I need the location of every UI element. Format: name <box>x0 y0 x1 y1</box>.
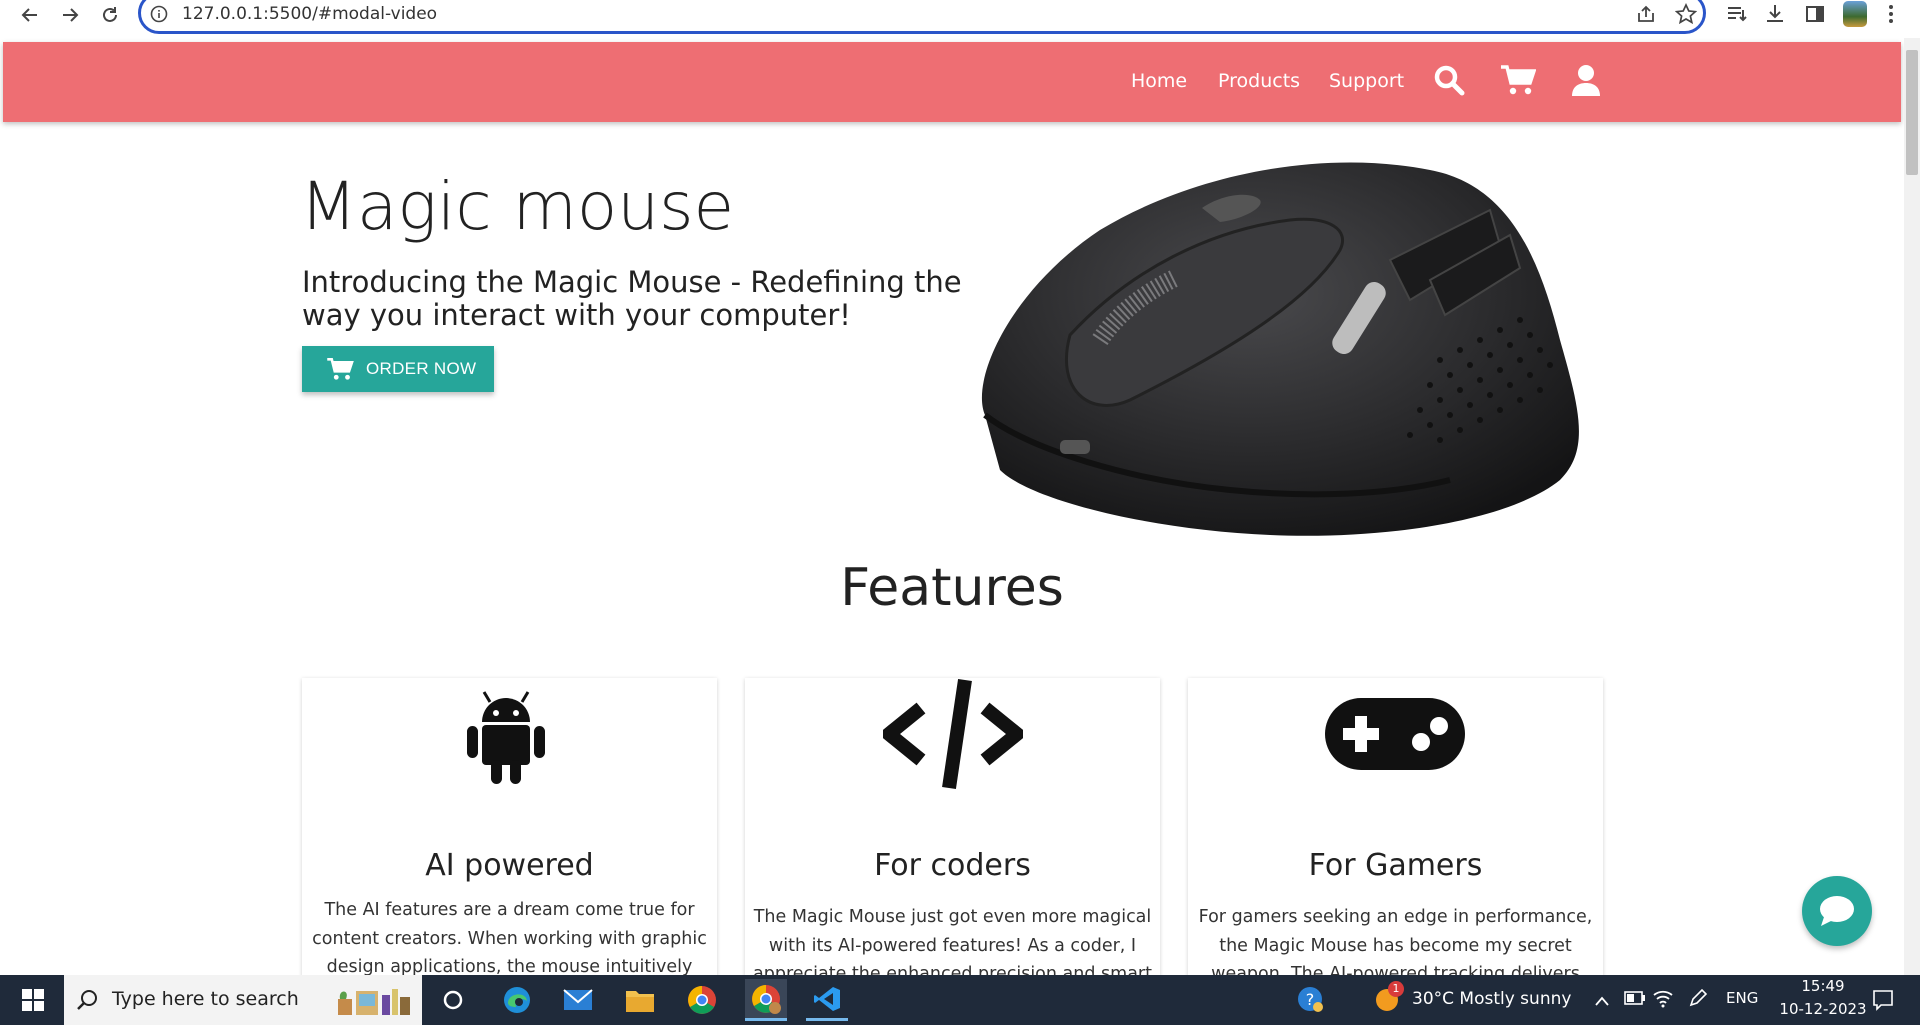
code-icon <box>877 678 1029 794</box>
nav-support[interactable]: Support <box>1329 70 1404 92</box>
vscode-icon[interactable] <box>806 979 848 1021</box>
android-icon <box>464 688 548 788</box>
battery-icon[interactable] <box>1624 990 1646 1010</box>
feature-card: For Gamers For gamers seeking an edge in… <box>1188 678 1603 975</box>
windows-start-icon[interactable] <box>16 983 50 1017</box>
feature-card-text: The AI features are a dream come true fo… <box>312 900 707 975</box>
search-highlights-icon <box>332 983 416 1017</box>
file-explorer-icon[interactable] <box>623 983 657 1017</box>
order-now-label: ORDER NOW <box>366 359 477 378</box>
reading-list-icon[interactable] <box>1726 4 1748 28</box>
wifi-icon[interactable] <box>1652 988 1674 1012</box>
nav-products[interactable]: Products <box>1218 70 1300 92</box>
gamepad-icon <box>1325 698 1465 774</box>
menu-dots-icon[interactable] <box>1888 4 1894 28</box>
search-icon <box>76 989 98 1015</box>
page-viewport: Home Products Support Magic mouse Introd… <box>0 38 1904 975</box>
hero-subtitle: Introducing the Magic Mouse - Redefining… <box>302 265 962 332</box>
svg-text:?: ? <box>1306 990 1315 1009</box>
windows-taskbar: Type here to search ? 1 30°C Mostly sunn… <box>0 975 1920 1025</box>
chrome-profile-app-icon[interactable] <box>745 979 787 1021</box>
chat-bubble-icon <box>1820 896 1854 926</box>
scrollbar-thumb[interactable] <box>1906 50 1918 175</box>
share-icon[interactable] <box>1636 4 1656 28</box>
forward-icon[interactable] <box>58 3 82 27</box>
taskbar-search-box[interactable]: Type here to search <box>64 975 422 1025</box>
features-heading: Features <box>840 558 1064 618</box>
search-icon[interactable] <box>1433 64 1465 100</box>
reload-icon[interactable] <box>98 3 122 27</box>
nav-home[interactable]: Home <box>1131 70 1187 92</box>
chrome-icon[interactable] <box>685 983 719 1017</box>
bookmark-star-icon[interactable] <box>1674 2 1698 29</box>
edge-icon[interactable] <box>500 983 534 1017</box>
download-icon[interactable] <box>1764 3 1786 29</box>
clock-time[interactable]: 15:49 <box>1793 977 1853 995</box>
user-icon[interactable] <box>1571 64 1601 100</box>
back-icon[interactable] <box>18 3 42 27</box>
language-indicator[interactable]: ENG <box>1726 989 1758 1007</box>
product-image <box>970 150 1600 550</box>
address-url[interactable]: 127.0.0.1:5500/#modal-video <box>182 4 437 24</box>
feature-card: AI powered The AI features are a dream c… <box>302 678 717 975</box>
chat-button[interactable] <box>1802 876 1872 946</box>
profile-avatar[interactable] <box>1843 1 1867 27</box>
cortana-icon[interactable] <box>436 983 470 1017</box>
order-now-button[interactable]: ORDER NOW <box>302 346 494 392</box>
clock-date[interactable]: 10-12-2023 <box>1778 1000 1868 1018</box>
feature-card-text: For gamers seeking an edge in performanc… <box>1198 907 1593 975</box>
pen-icon[interactable] <box>1688 988 1708 1012</box>
feature-card: For coders The Magic Mouse just got even… <box>745 678 1160 975</box>
chevron-up-icon[interactable] <box>1594 992 1610 1011</box>
weather-text[interactable]: 30°C Mostly sunny <box>1412 989 1571 1009</box>
weather-badge: 1 <box>1388 981 1404 997</box>
feature-card-title: For coders <box>874 848 1031 883</box>
browser-toolbar: 127.0.0.1:5500/#modal-video <box>0 0 1920 34</box>
taskbar-search-placeholder: Type here to search <box>112 988 299 1010</box>
hero-title: Magic mouse <box>300 168 735 245</box>
site-navbar: Home Products Support <box>3 42 1901 122</box>
feature-card-text: The Magic Mouse just got even more magic… <box>753 907 1152 975</box>
cart-icon <box>326 357 354 381</box>
feature-card-title: AI powered <box>425 848 594 883</box>
scrollbar-track[interactable] <box>1904 38 1920 975</box>
site-info-icon[interactable] <box>150 5 168 27</box>
side-panel-icon[interactable] <box>1805 4 1825 28</box>
cart-icon[interactable] <box>1500 64 1537 100</box>
help-icon[interactable]: ? <box>1296 985 1324 1017</box>
notification-icon[interactable] <box>1872 989 1894 1015</box>
mail-icon[interactable] <box>561 983 595 1017</box>
feature-card-title: For Gamers <box>1308 848 1483 883</box>
